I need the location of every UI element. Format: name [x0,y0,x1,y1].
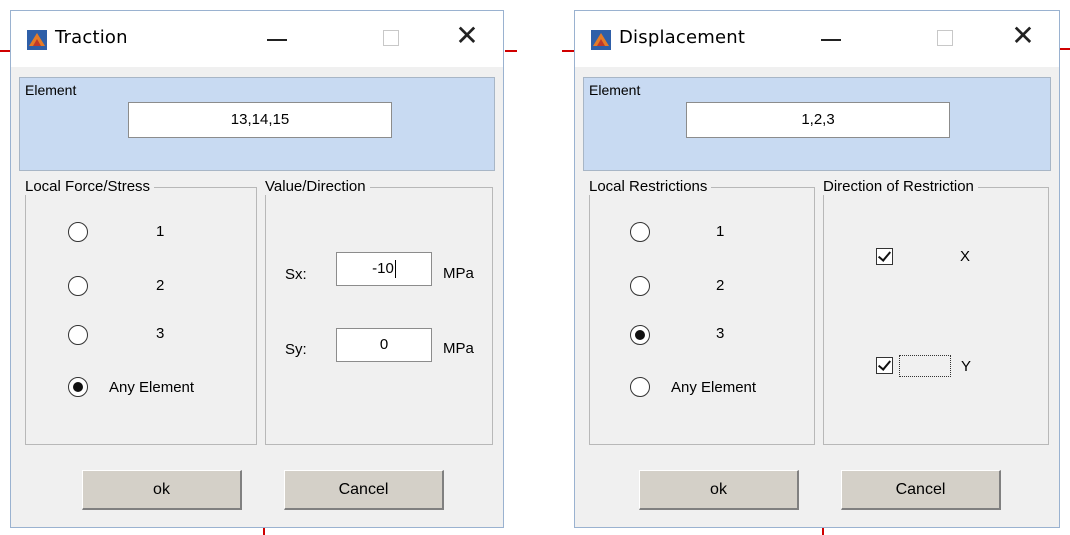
radio-2[interactable] [630,276,650,296]
checkbox-y[interactable] [876,357,893,374]
title-bar[interactable]: Traction ✕ [11,11,503,67]
background-line [562,50,574,52]
text-caret [394,260,396,279]
element-panel: Element 1,2,3 [583,77,1051,171]
minimize-button[interactable] [257,21,297,55]
minimize-button[interactable] [811,21,851,55]
element-label: Element [25,82,77,98]
close-icon: ✕ [1011,20,1035,51]
radio-any-element-label: Any Element [671,379,757,396]
local-restrictions-group: Local Restrictions [589,178,815,445]
ok-button[interactable]: ok [639,470,799,510]
radio-any-element-label: Any Element [109,379,195,396]
sx-label: Sx: [285,266,307,283]
direction-restriction-title: Direction of Restriction [823,178,978,195]
element-panel: Element 13,14,15 [19,77,495,171]
matlab-icon [27,30,47,50]
close-icon: ✕ [455,20,479,51]
ok-button[interactable]: ok [82,470,242,510]
background-line [822,528,824,535]
radio-any-element[interactable] [68,377,88,397]
radio-3-label: 3 [716,325,725,342]
radio-3-label: 3 [156,325,165,342]
radio-1[interactable] [630,222,650,242]
background-line [505,50,517,52]
local-force-title: Local Force/Stress [25,178,155,195]
matlab-icon [591,30,611,50]
sy-unit: MPa [443,340,474,357]
title-bar[interactable]: Displacement ✕ [575,11,1059,67]
local-force-group: Local Force/Stress [25,178,257,445]
displacement-dialog: Displacement ✕ Element 1,2,3 Local Restr… [574,10,1060,528]
radio-1-label: 1 [716,223,725,240]
checkbox-x-label: X [960,248,971,265]
checkbox-y-label: Y [961,358,972,375]
element-input[interactable]: 13,14,15 [128,102,392,138]
radio-3[interactable] [630,325,650,345]
background-line [1060,48,1070,50]
dialog-title: Traction [55,27,128,48]
radio-2-label: 2 [716,277,725,294]
cancel-button[interactable]: Cancel [841,470,1001,510]
radio-1-label: 1 [156,223,165,240]
direction-restriction-group: Direction of Restriction [823,178,1049,445]
background-line [263,528,265,535]
element-input[interactable]: 1,2,3 [686,102,950,138]
value-direction-title: Value/Direction [265,178,370,195]
sy-input[interactable]: 0 [336,328,432,362]
checkbox-x[interactable] [876,248,893,265]
radio-3[interactable] [68,325,88,345]
sx-input[interactable]: -10 [336,252,432,286]
local-restrictions-title: Local Restrictions [589,178,712,195]
sy-label: Sy: [285,341,307,358]
traction-dialog: Traction ✕ Element 13,14,15 Local Force/… [10,10,504,528]
value-direction-group: Value/Direction [265,178,493,445]
element-label: Element [589,82,641,98]
radio-2[interactable] [68,276,88,296]
cancel-button[interactable]: Cancel [284,470,444,510]
close-button[interactable]: ✕ [1003,21,1043,55]
background-line [0,50,10,52]
dialog-title: Displacement [619,27,746,48]
sx-unit: MPa [443,265,474,282]
maximize-button[interactable] [371,21,411,55]
checkbox-y-focus [899,355,951,377]
close-button[interactable]: ✕ [447,21,487,55]
radio-1[interactable] [68,222,88,242]
radio-2-label: 2 [156,277,165,294]
maximize-button[interactable] [925,21,965,55]
radio-any-element[interactable] [630,377,650,397]
